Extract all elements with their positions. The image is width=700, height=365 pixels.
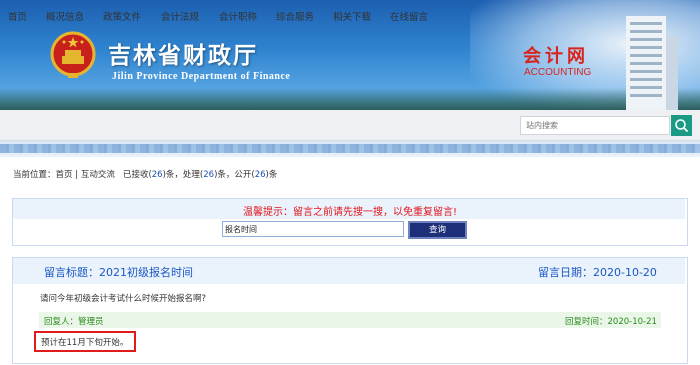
nav-item-messages[interactable]: 在线留言: [390, 9, 428, 23]
message-title-label: 留言标题：: [44, 266, 99, 279]
message-title-value: 2021初级报名时间: [99, 266, 193, 279]
reply-author-label: 回复人：: [44, 317, 79, 327]
reply-time: 回复时间：2020-10-21: [565, 315, 657, 327]
nav-item-downloads[interactable]: 相关下载: [333, 9, 371, 23]
breadcrumb-section-link[interactable]: 互动交流: [81, 170, 115, 180]
breadcrumb-prefix: 当前位置：: [13, 170, 56, 180]
processed-count: 26: [203, 170, 215, 180]
reply-author: 回复人：管理员: [44, 315, 104, 327]
message-date: 留言日期：2020-10-20: [538, 264, 657, 280]
site-subtitle: Jilin Province Department of Finance: [112, 71, 291, 82]
building-image: [626, 16, 678, 110]
national-emblem-icon: [50, 31, 96, 78]
site-title: 吉林省财政厅: [108, 42, 258, 69]
reply-time-value: 2020-10-21: [607, 317, 657, 327]
message-question: 请问今年初级会计考试什么时候开始报名啊?: [40, 294, 207, 304]
accounting-badge-en: ACCOUNTING: [524, 67, 592, 78]
nav-item-home[interactable]: 首页: [8, 9, 27, 23]
site-search-input[interactable]: [520, 116, 670, 135]
public-count: 26: [254, 170, 266, 180]
received-count: 26: [151, 170, 163, 180]
nav-item-overview[interactable]: 概况信息: [46, 9, 84, 23]
site-search-button[interactable]: [671, 115, 692, 136]
decorative-strip: [0, 141, 700, 157]
received-label: 已接收(: [122, 170, 152, 180]
nav-item-titles[interactable]: 会计职称: [219, 9, 257, 23]
public-label: )条，公开(: [214, 170, 255, 180]
nav-item-regulations[interactable]: 会计法规: [161, 9, 199, 23]
notice-text: 温馨提示：留言之前请先搜一搜，以免重复留言!: [242, 207, 457, 218]
processed-label: )条，处理(: [162, 170, 204, 180]
reply-author-value: 管理员: [78, 317, 104, 327]
nav-item-policy[interactable]: 政策文件: [103, 9, 141, 23]
query-button[interactable]: 查询: [408, 221, 467, 239]
answer-text: 预计在11月下旬开始。: [41, 338, 129, 348]
nav-item-services[interactable]: 综合服务: [276, 9, 314, 23]
banner-treeline: [0, 88, 700, 110]
count-suffix: )条: [265, 170, 278, 180]
message-date-value: 2020-10-20: [593, 266, 657, 279]
breadcrumb-home-link[interactable]: 首页: [56, 170, 73, 180]
accounting-badge-cn: 会计网: [523, 46, 589, 67]
search-icon: [675, 119, 688, 132]
breadcrumb: 当前位置：首页 | 互动交流 已接收(26)条，处理(26)条，公开(26)条: [13, 168, 277, 180]
message-title: 留言标题：2021初级报名时间: [44, 264, 193, 280]
reply-time-label: 回复时间：: [565, 317, 608, 327]
message-date-label: 留言日期：: [538, 266, 593, 279]
message-query-input[interactable]: [222, 221, 404, 237]
breadcrumb-separator: |: [75, 170, 79, 180]
